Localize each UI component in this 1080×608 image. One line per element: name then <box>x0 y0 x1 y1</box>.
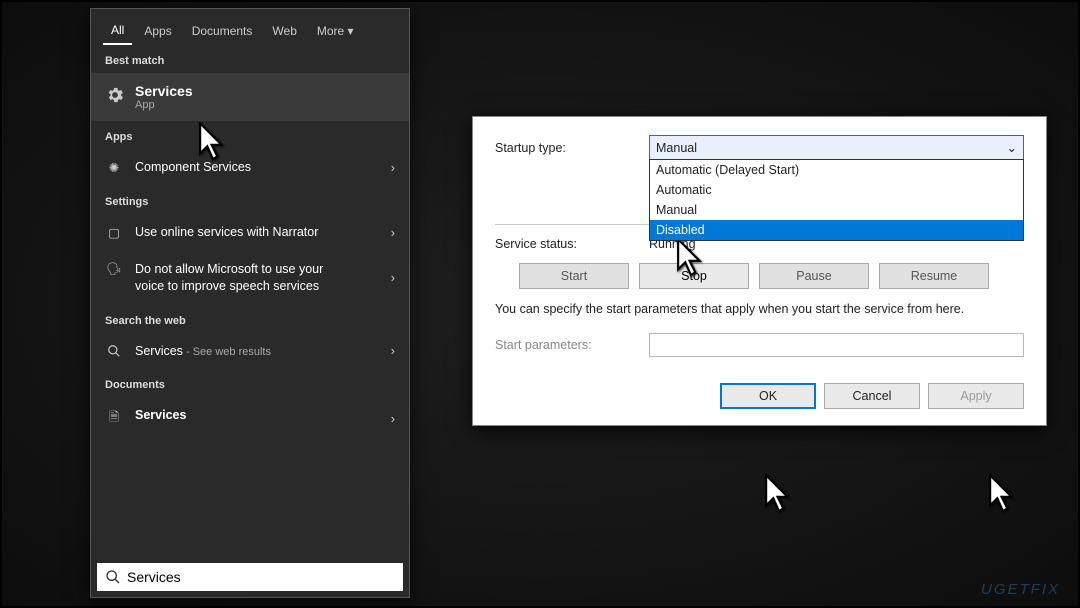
startup-type-label: Startup type: <box>495 141 641 155</box>
list-item-label: Services <box>135 407 186 424</box>
apps-label: Apps <box>91 121 409 149</box>
ok-button[interactable]: OK <box>720 383 816 409</box>
best-match-title: Services <box>135 83 193 99</box>
start-menu-tabs: All Apps Documents Web More ▾ <box>91 9 409 45</box>
best-match-item[interactable]: Services App <box>91 73 409 121</box>
tab-documents[interactable]: Documents <box>184 18 261 44</box>
start-parameters-label: Start parameters: <box>495 338 641 352</box>
pause-button[interactable]: Pause <box>759 263 869 289</box>
watermark: UGETFIX <box>981 581 1060 598</box>
chevron-right-icon: › <box>391 160 395 175</box>
chevron-right-icon: › <box>391 225 395 240</box>
list-item-label: Use online services with Narrator <box>135 224 318 241</box>
chevron-right-icon: › <box>391 343 395 358</box>
doc-item-services[interactable]: 🗎 Services › <box>91 397 409 439</box>
service-properties-dialog: Startup type: Manual ⌄ Automatic (Delaye… <box>472 116 1047 426</box>
gear-icon <box>105 85 125 105</box>
start-button[interactable]: Start <box>519 263 629 289</box>
best-match-label: Best match <box>91 45 409 73</box>
list-item-label: Component Services <box>135 159 251 176</box>
combobox-value: Manual <box>656 141 697 155</box>
search-bar <box>97 563 403 591</box>
component-icon: ✺ <box>105 160 123 175</box>
search-input[interactable] <box>127 569 395 585</box>
option-automatic-delayed[interactable]: Automatic (Delayed Start) <box>650 160 1023 180</box>
option-automatic[interactable]: Automatic <box>650 180 1023 200</box>
search-icon <box>105 344 123 358</box>
cursor-icon <box>988 474 1018 519</box>
best-match-sub: App <box>135 99 193 111</box>
resume-button[interactable]: Resume <box>879 263 989 289</box>
tab-web[interactable]: Web <box>264 18 304 44</box>
tab-all[interactable]: All <box>103 17 132 45</box>
settings-label: Settings <box>91 186 409 214</box>
chevron-right-icon: › <box>391 411 395 426</box>
chevron-down-icon: ⌄ <box>1007 140 1017 155</box>
docs-label: Documents <box>91 369 409 397</box>
web-result-item[interactable]: Services - See web results › <box>91 333 409 370</box>
stop-button[interactable]: Stop <box>639 263 749 289</box>
tab-apps[interactable]: Apps <box>136 18 179 44</box>
document-icon: 🗎 <box>105 408 123 429</box>
tab-more[interactable]: More ▾ <box>309 18 362 44</box>
app-component-services[interactable]: ✺ Component Services › <box>91 149 409 186</box>
option-manual[interactable]: Manual <box>650 200 1023 220</box>
narrator-icon: ▢ <box>105 225 123 240</box>
cancel-button[interactable]: Cancel <box>824 383 920 409</box>
cursor-icon <box>764 474 794 519</box>
mic-icon: 🗣 <box>105 262 123 277</box>
startup-type-combobox[interactable]: Manual ⌄ <box>649 135 1024 160</box>
setting-narrator[interactable]: ▢ Use online services with Narrator › <box>91 214 409 251</box>
start-menu-panel: All Apps Documents Web More ▾ Best match… <box>90 8 410 598</box>
setting-speech[interactable]: 🗣 Do not allow Microsoft to use your voi… <box>91 251 409 305</box>
list-item-label: Services - See web results <box>135 343 271 360</box>
list-item-label: Do not allow Microsoft to use your voice… <box>135 261 355 295</box>
chevron-right-icon: › <box>391 270 395 285</box>
help-text: You can specify the start parameters tha… <box>495 301 1024 319</box>
search-icon <box>105 569 121 585</box>
start-parameters-input[interactable] <box>649 333 1024 357</box>
option-disabled[interactable]: Disabled <box>650 220 1023 240</box>
web-label: Search the web <box>91 305 409 333</box>
startup-type-dropdown: Automatic (Delayed Start) Automatic Manu… <box>649 159 1024 241</box>
service-status-label: Service status: <box>495 237 641 251</box>
apply-button[interactable]: Apply <box>928 383 1024 409</box>
